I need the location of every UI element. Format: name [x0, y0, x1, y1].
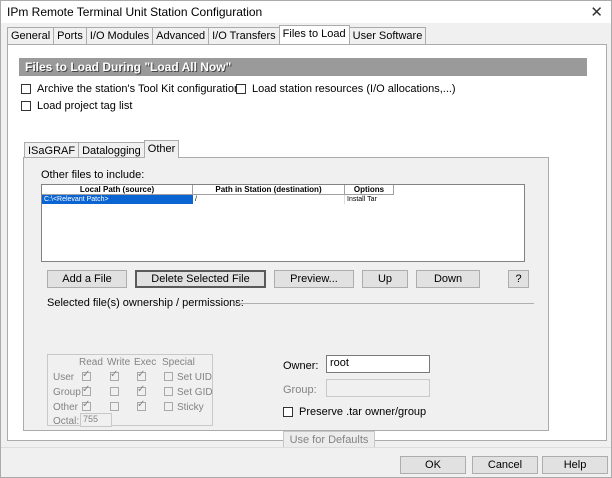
load-resources-checkbox[interactable]: Load station resources (I/O allocations,…: [236, 83, 456, 95]
tab-isagraf[interactable]: ISaGRAF: [24, 142, 80, 158]
checkbox-box[interactable]: [283, 407, 293, 417]
write-header: Write: [107, 357, 131, 368]
files-table[interactable]: Local Path (source) Path in Station (des…: [41, 184, 525, 262]
load-resources-label: Load station resources (I/O allocations,…: [252, 83, 456, 95]
set-gid-checkbox[interactable]: [164, 387, 173, 396]
row-destination-cell[interactable]: /: [193, 195, 345, 204]
user-read-checkbox[interactable]: [82, 369, 91, 381]
other-exec-checkbox[interactable]: [137, 399, 146, 411]
tab-advanced[interactable]: Advanced: [152, 27, 210, 44]
sticky-label: Sticky: [177, 402, 204, 413]
group-label: Group:: [283, 384, 317, 396]
user-exec-checkbox[interactable]: [137, 369, 146, 381]
owner-field[interactable]: root: [326, 355, 430, 373]
other-row-label: Other: [53, 402, 79, 413]
octal-label: Octal:: [53, 416, 80, 427]
read-header: Read: [79, 357, 103, 368]
other-read-checkbox[interactable]: [82, 399, 91, 411]
owner-label: Owner:: [283, 360, 319, 372]
set-gid-label: Set GID: [177, 387, 213, 398]
preserve-owner-label: Preserve .tar owner/group: [299, 406, 427, 418]
window-title: IPm Remote Terminal Unit Station Configu…: [7, 5, 263, 19]
tab-general[interactable]: General: [7, 27, 55, 44]
row-options-cell[interactable]: Install Tar: [345, 195, 394, 204]
column-header-options[interactable]: Options: [345, 185, 394, 195]
tab-user-software[interactable]: User Software: [348, 27, 427, 44]
checkbox-box[interactable]: [236, 84, 246, 94]
ok-button[interactable]: OK: [400, 456, 466, 474]
configuration-window: IPm Remote Terminal Unit Station Configu…: [0, 0, 612, 478]
column-header-destination[interactable]: Path in Station (destination): [193, 185, 345, 195]
tab-io-modules[interactable]: I/O Modules: [85, 27, 154, 44]
load-tag-list-checkbox[interactable]: Load project tag list: [21, 100, 132, 112]
tab-datalogging[interactable]: Datalogging: [78, 142, 145, 158]
exec-header: Exec: [134, 357, 157, 368]
octal-field[interactable]: 755: [80, 413, 112, 427]
user-write-checkbox[interactable]: [110, 369, 119, 381]
load-tag-list-label: Load project tag list: [37, 100, 133, 112]
other-files-label: Other files to include:: [41, 169, 145, 181]
checkbox-box[interactable]: [21, 101, 31, 111]
column-header-source[interactable]: Local Path (source): [42, 185, 193, 195]
other-files-panel: Other files to include: Local Path (sour…: [23, 157, 549, 449]
up-button[interactable]: Up: [362, 270, 408, 288]
help-button[interactable]: Help: [542, 456, 608, 474]
section-heading: Files to Load During "Load All Now": [19, 58, 587, 76]
other-write-checkbox[interactable]: [110, 402, 119, 411]
tab-other[interactable]: Other: [143, 140, 180, 158]
dialog-button-bar: OK Cancel Help: [1, 447, 611, 477]
add-file-button[interactable]: Add a File: [47, 270, 127, 288]
ownership-label: Selected file(s) ownership / permissions…: [47, 297, 244, 309]
title-bar: IPm Remote Terminal Unit Station Configu…: [1, 1, 611, 23]
tab-files-to-load[interactable]: Files to Load: [278, 25, 350, 44]
main-tabs: General Ports I/O Modules Advanced I/O T…: [7, 25, 427, 45]
tab-io-transfers[interactable]: I/O Transfers: [208, 27, 280, 44]
special-header: Special: [162, 357, 195, 368]
delete-selected-file-button[interactable]: Delete Selected File: [135, 270, 266, 288]
close-icon[interactable]: ✕: [590, 3, 603, 21]
set-uid-label: Set UID: [177, 372, 213, 383]
files-to-load-panel: Files to Load During "Load All Now" Arch…: [7, 44, 607, 449]
group-exec-checkbox[interactable]: [137, 384, 146, 396]
separator: [234, 303, 534, 304]
sticky-checkbox[interactable]: [164, 402, 173, 411]
permissions-group: Read Write Exec Special User Set UID Gro…: [47, 354, 213, 427]
preserve-owner-checkbox[interactable]: Preserve .tar owner/group: [283, 406, 426, 418]
checkbox-box[interactable]: [21, 84, 31, 94]
archive-toolkit-label: Archive the station's Tool Kit configura…: [37, 83, 241, 95]
down-button[interactable]: Down: [416, 270, 480, 288]
cancel-button[interactable]: Cancel: [472, 456, 538, 474]
set-uid-checkbox[interactable]: [164, 372, 173, 381]
preview-button[interactable]: Preview...: [274, 270, 354, 288]
group-field[interactable]: [326, 379, 430, 397]
group-read-checkbox[interactable]: [82, 384, 91, 396]
group-row-label: Group: [53, 387, 81, 398]
user-row-label: User: [53, 372, 75, 383]
row-source-cell[interactable]: C:\<Relevant Patch>: [42, 195, 193, 204]
file-type-tabs: ISaGRAF Datalogging Other: [24, 140, 180, 158]
group-write-checkbox[interactable]: [110, 387, 119, 396]
archive-toolkit-checkbox[interactable]: Archive the station's Tool Kit configura…: [21, 83, 240, 95]
help-question-button[interactable]: ?: [508, 270, 529, 288]
tab-ports[interactable]: Ports: [53, 27, 87, 44]
